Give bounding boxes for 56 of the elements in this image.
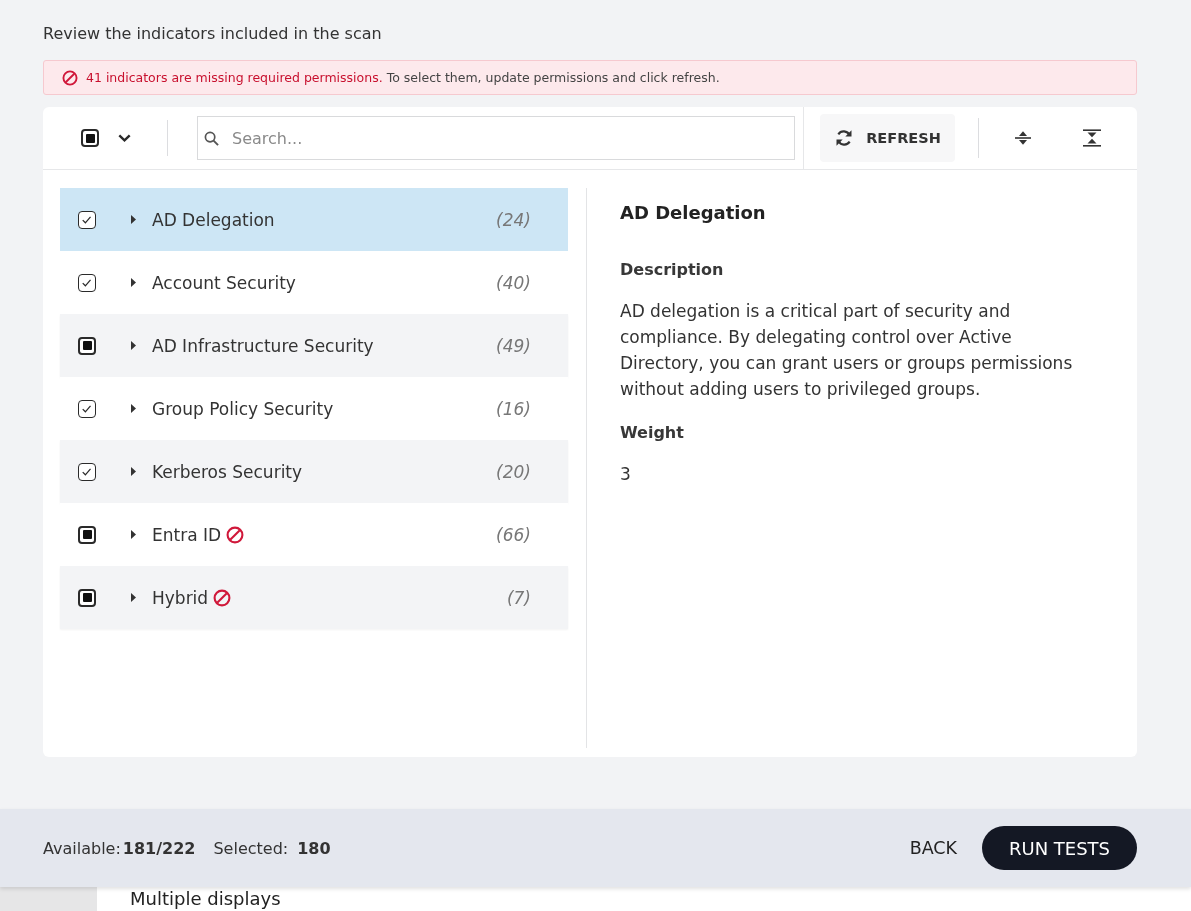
search-field[interactable]: Search... — [197, 116, 795, 160]
category-label: AD Infrastructure Security — [152, 335, 374, 356]
available-label: Available: — [43, 838, 121, 858]
selected-label: Selected: — [213, 838, 289, 858]
checkbox[interactable] — [78, 462, 96, 481]
caret-right-icon[interactable] — [131, 404, 136, 413]
category-count: (40) — [496, 272, 531, 293]
triangles-together-icon — [1083, 129, 1101, 147]
checkbox[interactable] — [78, 210, 96, 229]
detail-title: AD Delegation — [620, 202, 767, 224]
caret-right-icon[interactable] — [131, 467, 136, 476]
triangles-apart-icon — [1015, 129, 1031, 147]
checkbox[interactable] — [78, 588, 96, 607]
section-heading: Weight — [620, 422, 685, 444]
checkbox[interactable] — [78, 525, 96, 544]
checkbox[interactable] — [78, 399, 96, 418]
category-label: Kerberos Security — [152, 461, 303, 482]
category-row[interactable]: Kerberos Security (20) — [60, 440, 568, 503]
run-tests-button[interactable]: RUN TESTS — [982, 826, 1137, 870]
section-text: 3 — [620, 463, 632, 486]
select-all-checkbox[interactable] — [81, 129, 99, 147]
checkbox[interactable] — [78, 273, 96, 292]
category-count: (20) — [496, 461, 531, 482]
category-count: (49) — [496, 335, 531, 356]
refresh-icon — [834, 128, 855, 148]
checkbox[interactable] — [78, 336, 96, 355]
refresh-button[interactable]: REFRESH — [820, 114, 955, 162]
category-label: Account Security — [152, 272, 296, 293]
prohibited-icon — [62, 69, 78, 86]
category-row[interactable]: AD Delegation (24) — [60, 188, 568, 251]
alert-message: 41 indicators are missing required permissions. — [86, 70, 383, 85]
category-count: (7) — [506, 587, 531, 608]
category-label: AD Delegation — [152, 209, 275, 230]
available-value: 181/222 — [122, 838, 196, 858]
selected-value: 180 — [297, 838, 331, 858]
caret-right-icon[interactable] — [131, 215, 136, 224]
category-label: Group Policy Security — [152, 398, 334, 419]
category-label: Entra ID — [152, 524, 222, 545]
window-text: Multiple displays — [130, 888, 281, 910]
section-text: AD delegation is a critical part of security and compliance. By delegating control over Active Directory, you can grant users or groups permissions without adding users to privileged groups. — [620, 300, 1074, 401]
category-label: Hybrid — [152, 587, 209, 608]
chevron-down-icon[interactable] — [118, 134, 131, 142]
category-count: (66) — [496, 524, 531, 545]
alert-hint: To select them, update permissions and click refresh. — [386, 70, 720, 85]
back-button[interactable]: BACK — [909, 838, 957, 858]
search-icon — [204, 131, 219, 146]
page-heading: Review the indicators included in the scan — [43, 24, 383, 44]
section-heading: Description — [620, 259, 725, 281]
category-row[interactable]: Hybrid (7) — [60, 566, 568, 629]
category-count: (16) — [496, 398, 531, 419]
caret-right-icon[interactable] — [131, 530, 136, 539]
caret-right-icon[interactable] — [131, 593, 136, 602]
category-row[interactable]: AD Infrastructure Security (49) — [60, 314, 568, 377]
caret-right-icon[interactable] — [131, 341, 136, 350]
category-count: (24) — [496, 209, 531, 230]
caret-right-icon[interactable] — [131, 278, 136, 287]
